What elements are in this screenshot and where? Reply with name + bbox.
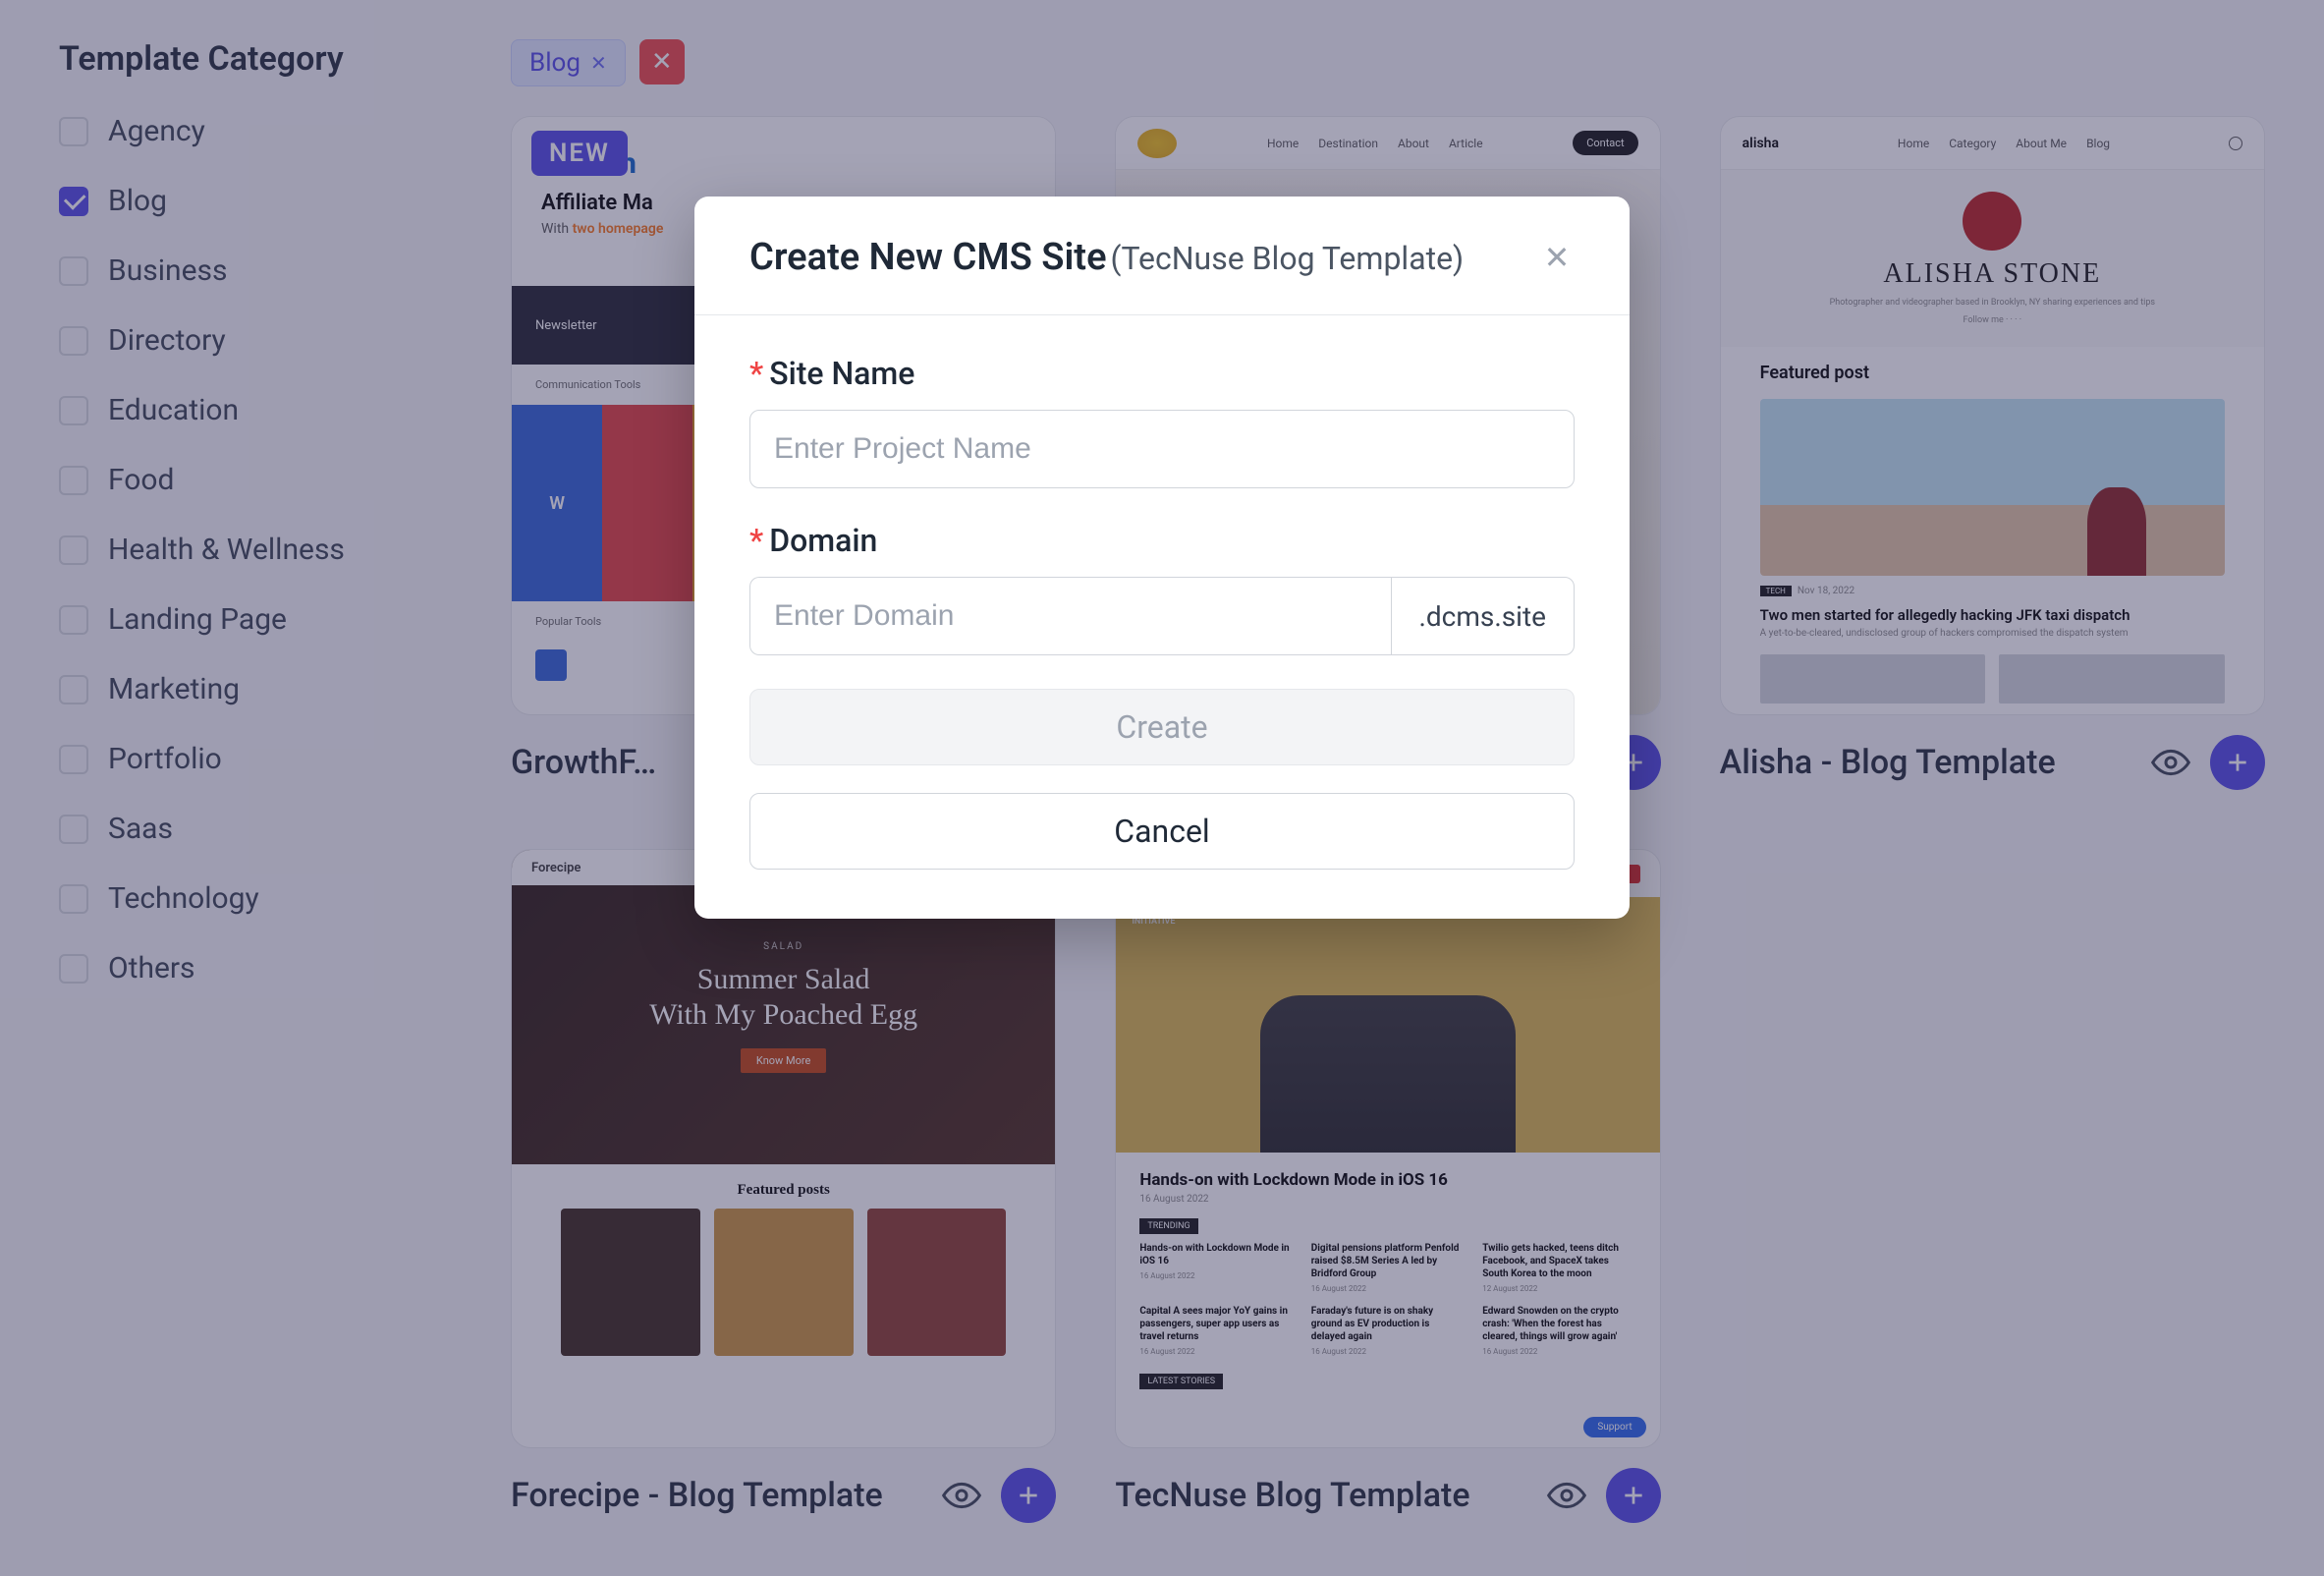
modal-title: Create New CMS Site [749,236,1107,279]
domain-suffix: .dcms.site [1391,577,1576,655]
cancel-button[interactable]: Cancel [749,793,1575,870]
modal-close-button[interactable]: ✕ [1539,240,1575,275]
modal-subtitle: (TecNuse Blog Template) [1111,240,1465,277]
create-button[interactable]: Create [749,689,1575,765]
site-name-input[interactable] [749,410,1575,488]
domain-label: *Domain [749,522,1575,559]
domain-input[interactable] [749,577,1391,655]
create-site-modal: Create New CMS Site (TecNuse Blog Templa… [694,197,1630,919]
close-icon: ✕ [1544,239,1571,276]
site-name-label: *Site Name [749,355,1575,392]
